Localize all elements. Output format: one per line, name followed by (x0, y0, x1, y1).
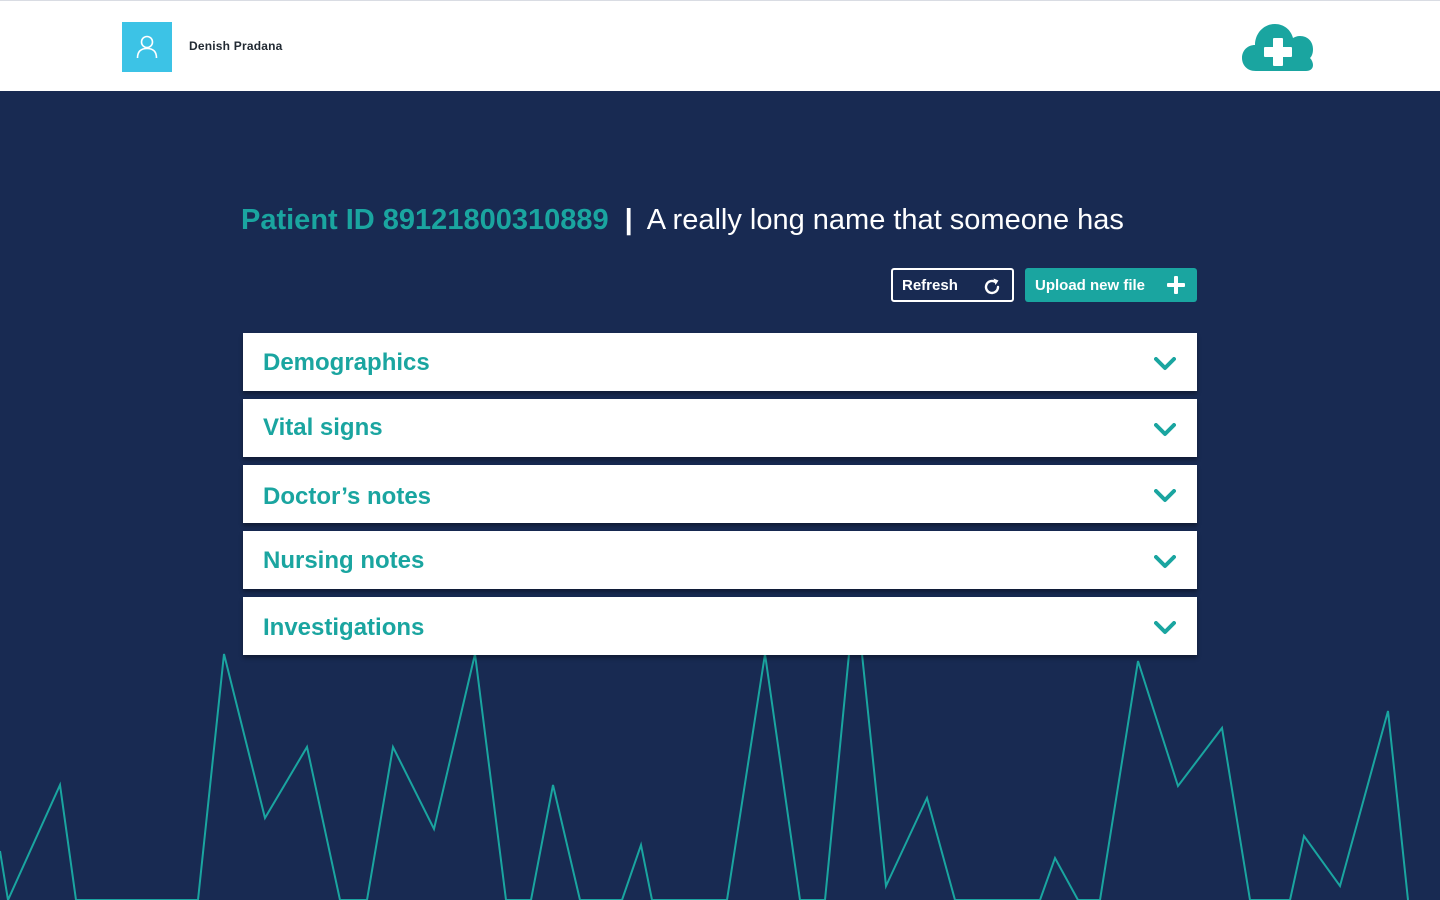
section-doctors-notes[interactable]: Doctor’s notes (243, 465, 1197, 523)
user-name[interactable]: Denish Pradana (189, 39, 283, 53)
chevron-down-icon[interactable] (1154, 555, 1176, 569)
section-nursing-notes[interactable]: Nursing notes (243, 531, 1197, 589)
section-label: Doctor’s notes (263, 483, 432, 510)
patient-id: Patient ID 89121800310889 (241, 204, 609, 236)
refresh-button-label: Refresh (902, 276, 958, 294)
patient-heading: Patient ID 89121800310889 | A really long … (241, 200, 1124, 240)
refresh-button[interactable]: Refresh (891, 268, 1014, 302)
refresh-icon (984, 278, 1000, 295)
plus-icon (1167, 276, 1185, 294)
top-bar: Denish Pradana (0, 0, 1440, 91)
section-label: Investigations (263, 614, 425, 641)
chevron-down-icon[interactable] (1154, 423, 1176, 437)
upload-new-file-button[interactable]: Upload new file (1025, 268, 1197, 302)
section-label: Demographics (263, 349, 430, 376)
chevron-down-icon[interactable] (1154, 621, 1176, 635)
section-vital-signs[interactable]: Vital signs (243, 399, 1197, 457)
avatar[interactable] (122, 22, 172, 72)
section-demographics[interactable]: Demographics (243, 333, 1197, 391)
section-label: Nursing notes (263, 547, 425, 574)
upload-button-label: Upload new file (1035, 276, 1146, 294)
section-investigations[interactable]: Investigations (243, 597, 1197, 655)
chevron-down-icon[interactable] (1154, 357, 1176, 371)
user-icon (136, 35, 158, 59)
patient-name: A really long name that someone has (646, 204, 1124, 236)
heading-separator: | (624, 204, 633, 236)
cloud-plus-icon[interactable] (1242, 21, 1314, 73)
section-label: Vital signs (263, 414, 383, 441)
chevron-down-icon[interactable] (1154, 489, 1176, 503)
